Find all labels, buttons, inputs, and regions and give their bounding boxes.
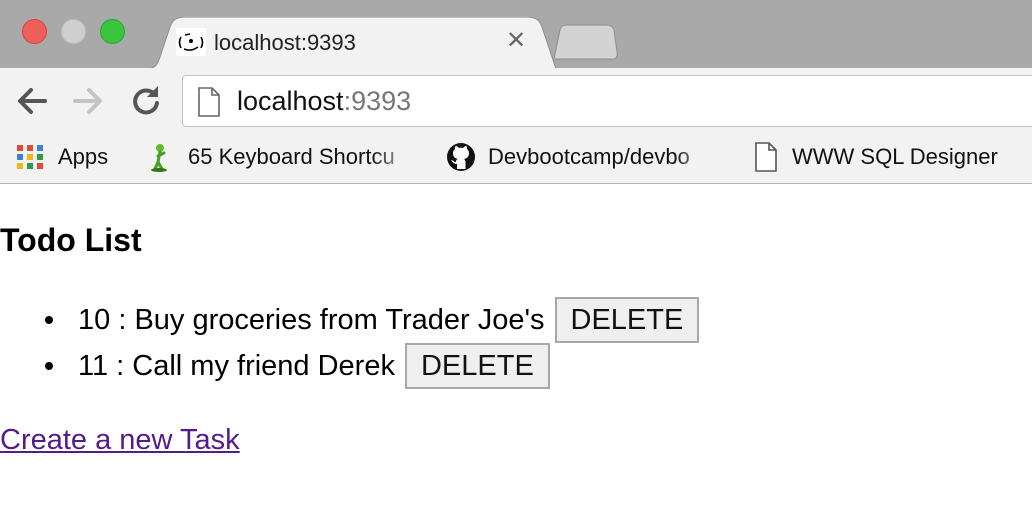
- browser-tab[interactable]: localhost:9393 ✕: [146, 17, 556, 69]
- bookmark-www-sql-designer[interactable]: WWW SQL Designer: [752, 132, 998, 182]
- todo-list: 10 : Buy groceries from Trader Joe's DEL…: [0, 297, 700, 389]
- delete-button[interactable]: DELETE: [404, 343, 550, 389]
- back-arrow-icon[interactable]: [14, 83, 50, 119]
- create-task-link[interactable]: Create a new Task: [0, 424, 240, 457]
- bookmark-label: WWW SQL Designer: [792, 144, 998, 169]
- close-icon[interactable]: ✕: [506, 28, 526, 54]
- url-host: localhost: [237, 86, 344, 116]
- browser-toolbar: localhost:9393: [0, 68, 1032, 132]
- github-icon: [446, 142, 476, 172]
- todo-item: 10 : Buy groceries from Trader Joe's DEL…: [0, 297, 700, 343]
- bookmark-label: Apps: [58, 144, 109, 169]
- bookmark-devbootcamp[interactable]: Devbootcamp/devbo: [446, 132, 720, 182]
- bullet: [45, 316, 53, 324]
- window-titlebar: localhost:9393 ✕: [0, 0, 1032, 69]
- bookmark-keyboard-shortcuts[interactable]: 65 Keyboard Shortcu: [146, 132, 418, 182]
- bookmark-apps[interactable]: Apps: [16, 132, 108, 182]
- bookmark-label: Devbootcamp/devbo: [488, 144, 690, 169]
- bookmark-label: 65 Keyboard Shortcu: [188, 144, 395, 169]
- page-icon: [752, 142, 782, 172]
- green-figure-icon: [146, 142, 176, 172]
- window-close-button[interactable]: [22, 19, 47, 44]
- todo-id: 10: [78, 303, 111, 336]
- window-minimize-button[interactable]: [61, 19, 86, 44]
- reload-icon[interactable]: [128, 83, 164, 119]
- todo-text: Call my friend Derek: [132, 349, 395, 382]
- tab-title: localhost:9393: [214, 30, 356, 55]
- todo-separator: :: [110, 303, 135, 336]
- url-text[interactable]: localhost:9393: [237, 86, 411, 117]
- page-icon: [197, 87, 221, 122]
- address-bar[interactable]: localhost:9393: [182, 75, 1032, 127]
- url-port: :9393: [343, 86, 412, 116]
- todo-item: 11 : Call my friend Derek DELETE: [0, 343, 699, 389]
- apps-grid-icon: [16, 142, 46, 172]
- bookmarks-bar: Apps 65 Keyboard Shortcu Devbootcamp/dev…: [0, 132, 1032, 184]
- forward-arrow-icon[interactable]: [70, 83, 106, 119]
- delete-button[interactable]: DELETE: [554, 297, 700, 343]
- page-title: Todo List: [0, 222, 142, 258]
- todo-text: Buy groceries from Trader Joe's: [134, 303, 545, 336]
- new-tab-button[interactable]: [550, 24, 620, 60]
- page-content: Todo List 10 : Buy groceries from Trader…: [0, 184, 1032, 518]
- todo-separator: :: [108, 349, 133, 382]
- bullet: [45, 362, 53, 370]
- window-maximize-button[interactable]: [100, 19, 125, 44]
- todo-id: 11: [78, 349, 109, 382]
- smiley-favicon-icon: [176, 28, 206, 56]
